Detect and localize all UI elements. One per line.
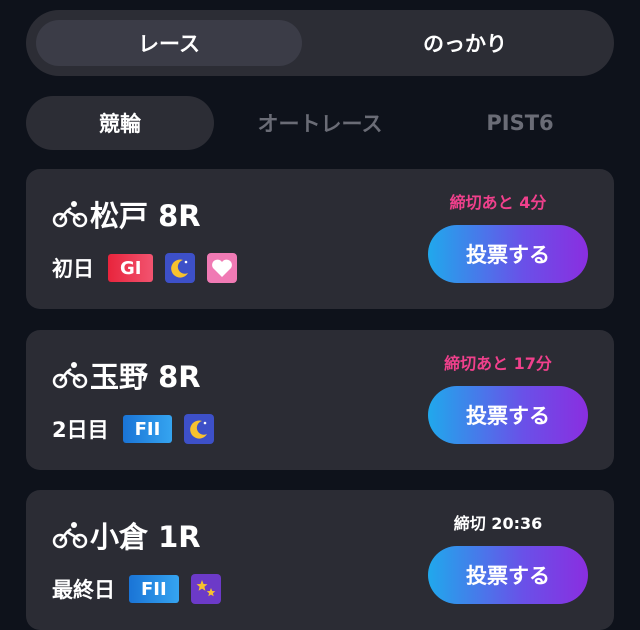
tab-race[interactable]: レース [33,17,305,69]
race-card: 小倉 1R 最終日 FII 締切 20:36 投票する [26,490,614,630]
category-tabs: 競輪 オートレース PIST6 [26,96,614,150]
venue-name: 松戸 8R [90,199,201,233]
tab-race-label: レース [138,32,200,56]
tab-autorace[interactable]: オートレース [226,96,414,150]
bet-button-label: 投票する [466,564,550,588]
bet-button[interactable]: 投票する [428,386,588,444]
bicycle-icon [52,362,88,389]
race-title: 松戸 8R [52,193,201,235]
moon-icon [184,414,215,444]
bicycle-icon [52,201,88,228]
bet-button[interactable]: 投票する [428,225,588,283]
race-info: 2日目 FII [52,414,226,444]
race-info: 最終日 FII [52,574,233,604]
tab-pist6-label: PIST6 [486,111,554,135]
bet-button-label: 投票する [466,404,550,428]
race-day: 初日 [52,257,94,281]
deadline-text: 締切あと 4分 [449,193,547,212]
grade-badge: FII [122,415,173,443]
tab-keirin-label: 競輪 [99,112,141,136]
grade-badge: GI [108,254,154,282]
race-title: 小倉 1R [52,514,201,556]
race-title: 玉野 8R [52,354,201,396]
race-card: 玉野 8R 2日目 FII 締切あと 17分 投票する [26,330,614,470]
venue-name: 小倉 1R [90,520,201,554]
heart-icon [207,253,238,283]
tab-pist6[interactable]: PIST6 [426,96,614,150]
race-day: 最終日 [52,578,115,602]
bicycle-icon [52,522,88,549]
tab-keirin[interactable]: 競輪 [26,96,214,150]
race-card: 松戸 8R 初日 GI 締切あと 4分 投票する [26,169,614,309]
stars-icon [190,574,221,604]
mode-switch: レース のっかり [26,10,614,76]
tab-nokkari-label: のっかり [423,32,507,56]
deadline-text: 締切 20:36 [453,514,543,533]
bet-button-label: 投票する [466,243,550,267]
moon-icon [165,253,196,283]
tab-autorace-label: オートレース [257,112,383,136]
tab-nokkari[interactable]: のっかり [329,17,601,69]
race-info: 初日 GI [52,253,249,283]
bet-button[interactable]: 投票する [428,546,588,604]
race-day: 2日目 [52,418,109,442]
deadline-text: 締切あと 17分 [444,354,552,373]
venue-name: 玉野 8R [90,360,201,394]
